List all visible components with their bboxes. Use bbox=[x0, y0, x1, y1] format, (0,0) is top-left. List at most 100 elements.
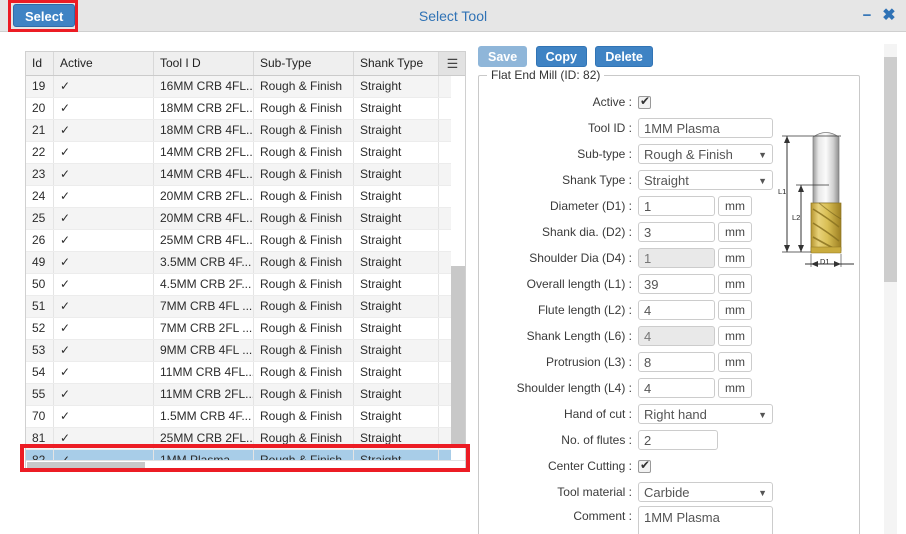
grid-vertical-scrollbar[interactable] bbox=[451, 76, 465, 462]
cell-sub-type: Rough & Finish bbox=[254, 428, 354, 449]
grid-horizontal-scrollbar[interactable] bbox=[26, 460, 465, 471]
field-row-overall-length: Overall length (L1) : mm bbox=[479, 272, 861, 296]
cell-active: ✓ bbox=[54, 406, 154, 427]
fieldset-legend: Flat End Mill (ID: 82) bbox=[487, 68, 605, 82]
cell-tool-id: 25MM CRB 4FL... bbox=[154, 230, 254, 251]
table-row[interactable]: 55 ✓ 11MM CRB 2FL... Rough & Finish Straight bbox=[26, 384, 465, 406]
cell-sub-type: Rough & Finish bbox=[254, 230, 354, 251]
cell-tool-id: 3.5MM CRB 4F... bbox=[154, 252, 254, 273]
sub-type-select[interactable]: Rough & Finish ▼ bbox=[638, 144, 773, 164]
cell-active: ✓ bbox=[54, 120, 154, 141]
tool-material-select[interactable]: Carbide ▼ bbox=[638, 482, 773, 502]
cell-tool-id: 18MM CRB 4FL... bbox=[154, 120, 254, 141]
table-row[interactable]: 81 ✓ 25MM CRB 2FL... Rough & Finish Straight bbox=[26, 428, 465, 450]
table-row[interactable]: 53 ✓ 9MM CRB 4FL ... Rough & Finish Straight bbox=[26, 340, 465, 362]
select-tool-window: Select Tool Select − ✖ Id Active Tool I … bbox=[0, 0, 906, 534]
shank-length-unit: mm bbox=[718, 326, 752, 346]
cell-shank-type: Straight bbox=[354, 296, 439, 317]
center-cutting-checkbox[interactable] bbox=[638, 458, 651, 473]
tool-grid-body: 19 ✓ 16MM CRB 4FL... Rough & Finish Straight… bbox=[26, 76, 465, 462]
field-row-active: Active : bbox=[479, 90, 861, 114]
label-shank-length: Shank Length (L6) : bbox=[526, 329, 632, 343]
table-row[interactable]: 24 ✓ 20MM CRB 2FL... Rough & Finish Straight bbox=[26, 186, 465, 208]
table-row[interactable]: 23 ✓ 14MM CRB 4FL... Rough & Finish Straight bbox=[26, 164, 465, 186]
diagram-label-l2: L2 bbox=[792, 213, 801, 222]
tool-id-input[interactable] bbox=[638, 118, 773, 138]
shank-type-select[interactable]: Straight ▼ bbox=[638, 170, 773, 190]
end-mill-diagram: L1 L2 D1 bbox=[769, 123, 861, 273]
grid-horizontal-scroll-thumb[interactable] bbox=[27, 462, 145, 470]
shoulder-dia-input bbox=[638, 248, 715, 268]
chevron-down-icon: ▼ bbox=[758, 150, 767, 160]
column-header-shank-type[interactable]: Shank Type bbox=[354, 52, 439, 75]
table-row[interactable]: 51 ✓ 7MM CRB 4FL ... Rough & Finish Straight bbox=[26, 296, 465, 318]
minimize-icon[interactable]: − bbox=[858, 0, 876, 32]
copy-button[interactable]: Copy bbox=[535, 46, 587, 67]
cell-sub-type: Rough & Finish bbox=[254, 252, 354, 273]
table-row[interactable]: 19 ✓ 16MM CRB 4FL... Rough & Finish Straight bbox=[26, 76, 465, 98]
cell-shank-type: Straight bbox=[354, 274, 439, 295]
column-header-active[interactable]: Active bbox=[54, 52, 154, 75]
table-row[interactable]: 54 ✓ 11MM CRB 4FL... Rough & Finish Straight bbox=[26, 362, 465, 384]
save-button[interactable]: Save bbox=[478, 46, 528, 67]
chevron-down-icon: ▼ bbox=[758, 410, 767, 420]
table-row[interactable]: 52 ✓ 7MM CRB 2FL ... Rough & Finish Straight bbox=[26, 318, 465, 340]
field-row-flute-length: Flute length (L2) : mm bbox=[479, 298, 861, 322]
cell-active: ✓ bbox=[54, 76, 154, 97]
diagram-label-d1: D1 bbox=[820, 257, 830, 266]
column-header-id[interactable]: Id bbox=[26, 52, 54, 75]
cell-shank-type: Straight bbox=[354, 252, 439, 273]
table-row[interactable]: 25 ✓ 20MM CRB 4FL... Rough & Finish Straight bbox=[26, 208, 465, 230]
delete-button[interactable]: Delete bbox=[595, 46, 653, 67]
cell-sub-type: Rough & Finish bbox=[254, 142, 354, 163]
flute-length-input[interactable] bbox=[638, 300, 715, 320]
cell-id: 24 bbox=[26, 186, 54, 207]
select-button[interactable]: Select bbox=[13, 4, 76, 27]
close-icon[interactable]: ✖ bbox=[880, 0, 898, 32]
column-header-tool-id[interactable]: Tool I D bbox=[154, 52, 254, 75]
cell-sub-type: Rough & Finish bbox=[254, 120, 354, 141]
cell-sub-type: Rough & Finish bbox=[254, 340, 354, 361]
table-row[interactable]: 20 ✓ 18MM CRB 2FL... Rough & Finish Straight bbox=[26, 98, 465, 120]
table-row[interactable]: 22 ✓ 14MM CRB 2FL... Rough & Finish Straight bbox=[26, 142, 465, 164]
cell-id: 51 bbox=[26, 296, 54, 317]
cell-id: 53 bbox=[26, 340, 54, 361]
grid-vertical-scroll-thumb[interactable] bbox=[451, 266, 465, 446]
hand-of-cut-select[interactable]: Right hand ▼ bbox=[638, 404, 773, 424]
diameter-input[interactable] bbox=[638, 196, 715, 216]
cell-shank-type: Straight bbox=[354, 318, 439, 339]
cell-active: ✓ bbox=[54, 186, 154, 207]
cell-active: ✓ bbox=[54, 164, 154, 185]
grid-menu-icon[interactable]: ☰ bbox=[439, 52, 465, 75]
column-header-sub-type[interactable]: Sub-Type bbox=[254, 52, 354, 75]
protrusion-input[interactable] bbox=[638, 352, 715, 372]
detail-vertical-scrollbar[interactable] bbox=[884, 44, 897, 534]
label-sub-type: Sub-type : bbox=[577, 147, 632, 161]
cell-tool-id: 4.5MM CRB 2F... bbox=[154, 274, 254, 295]
cell-active: ✓ bbox=[54, 98, 154, 119]
active-checkbox[interactable] bbox=[638, 94, 651, 109]
cell-shank-type: Straight bbox=[354, 164, 439, 185]
shoulder-dia-unit: mm bbox=[718, 248, 752, 268]
no-of-flutes-input[interactable] bbox=[638, 430, 718, 450]
cell-tool-id: 11MM CRB 2FL... bbox=[154, 384, 254, 405]
shank-dia-input[interactable] bbox=[638, 222, 715, 242]
field-row-no-of-flutes: No. of flutes : bbox=[479, 428, 861, 452]
cell-sub-type: Rough & Finish bbox=[254, 318, 354, 339]
table-row[interactable]: 21 ✓ 18MM CRB 4FL... Rough & Finish Straight bbox=[26, 120, 465, 142]
overall-length-input[interactable] bbox=[638, 274, 715, 294]
table-row[interactable]: 26 ✓ 25MM CRB 4FL... Rough & Finish Straight bbox=[26, 230, 465, 252]
diameter-unit: mm bbox=[718, 196, 752, 216]
shank-type-value: Straight bbox=[644, 173, 689, 188]
label-flute-length: Flute length (L2) : bbox=[537, 303, 632, 317]
table-row[interactable]: 70 ✓ 1.5MM CRB 4F... Rough & Finish Straight bbox=[26, 406, 465, 428]
tool-grid-header: Id Active Tool I D Sub-Type Shank Type ☰ bbox=[26, 52, 465, 76]
label-comment: Comment : bbox=[573, 509, 632, 523]
detail-vertical-scroll-thumb[interactable] bbox=[884, 57, 897, 282]
table-row[interactable]: 49 ✓ 3.5MM CRB 4F... Rough & Finish Straight bbox=[26, 252, 465, 274]
shoulder-length-input[interactable] bbox=[638, 378, 715, 398]
comment-textarea[interactable] bbox=[638, 506, 773, 534]
cell-id: 50 bbox=[26, 274, 54, 295]
table-row[interactable]: 50 ✓ 4.5MM CRB 2F... Rough & Finish Straight bbox=[26, 274, 465, 296]
cell-active: ✓ bbox=[54, 428, 154, 449]
